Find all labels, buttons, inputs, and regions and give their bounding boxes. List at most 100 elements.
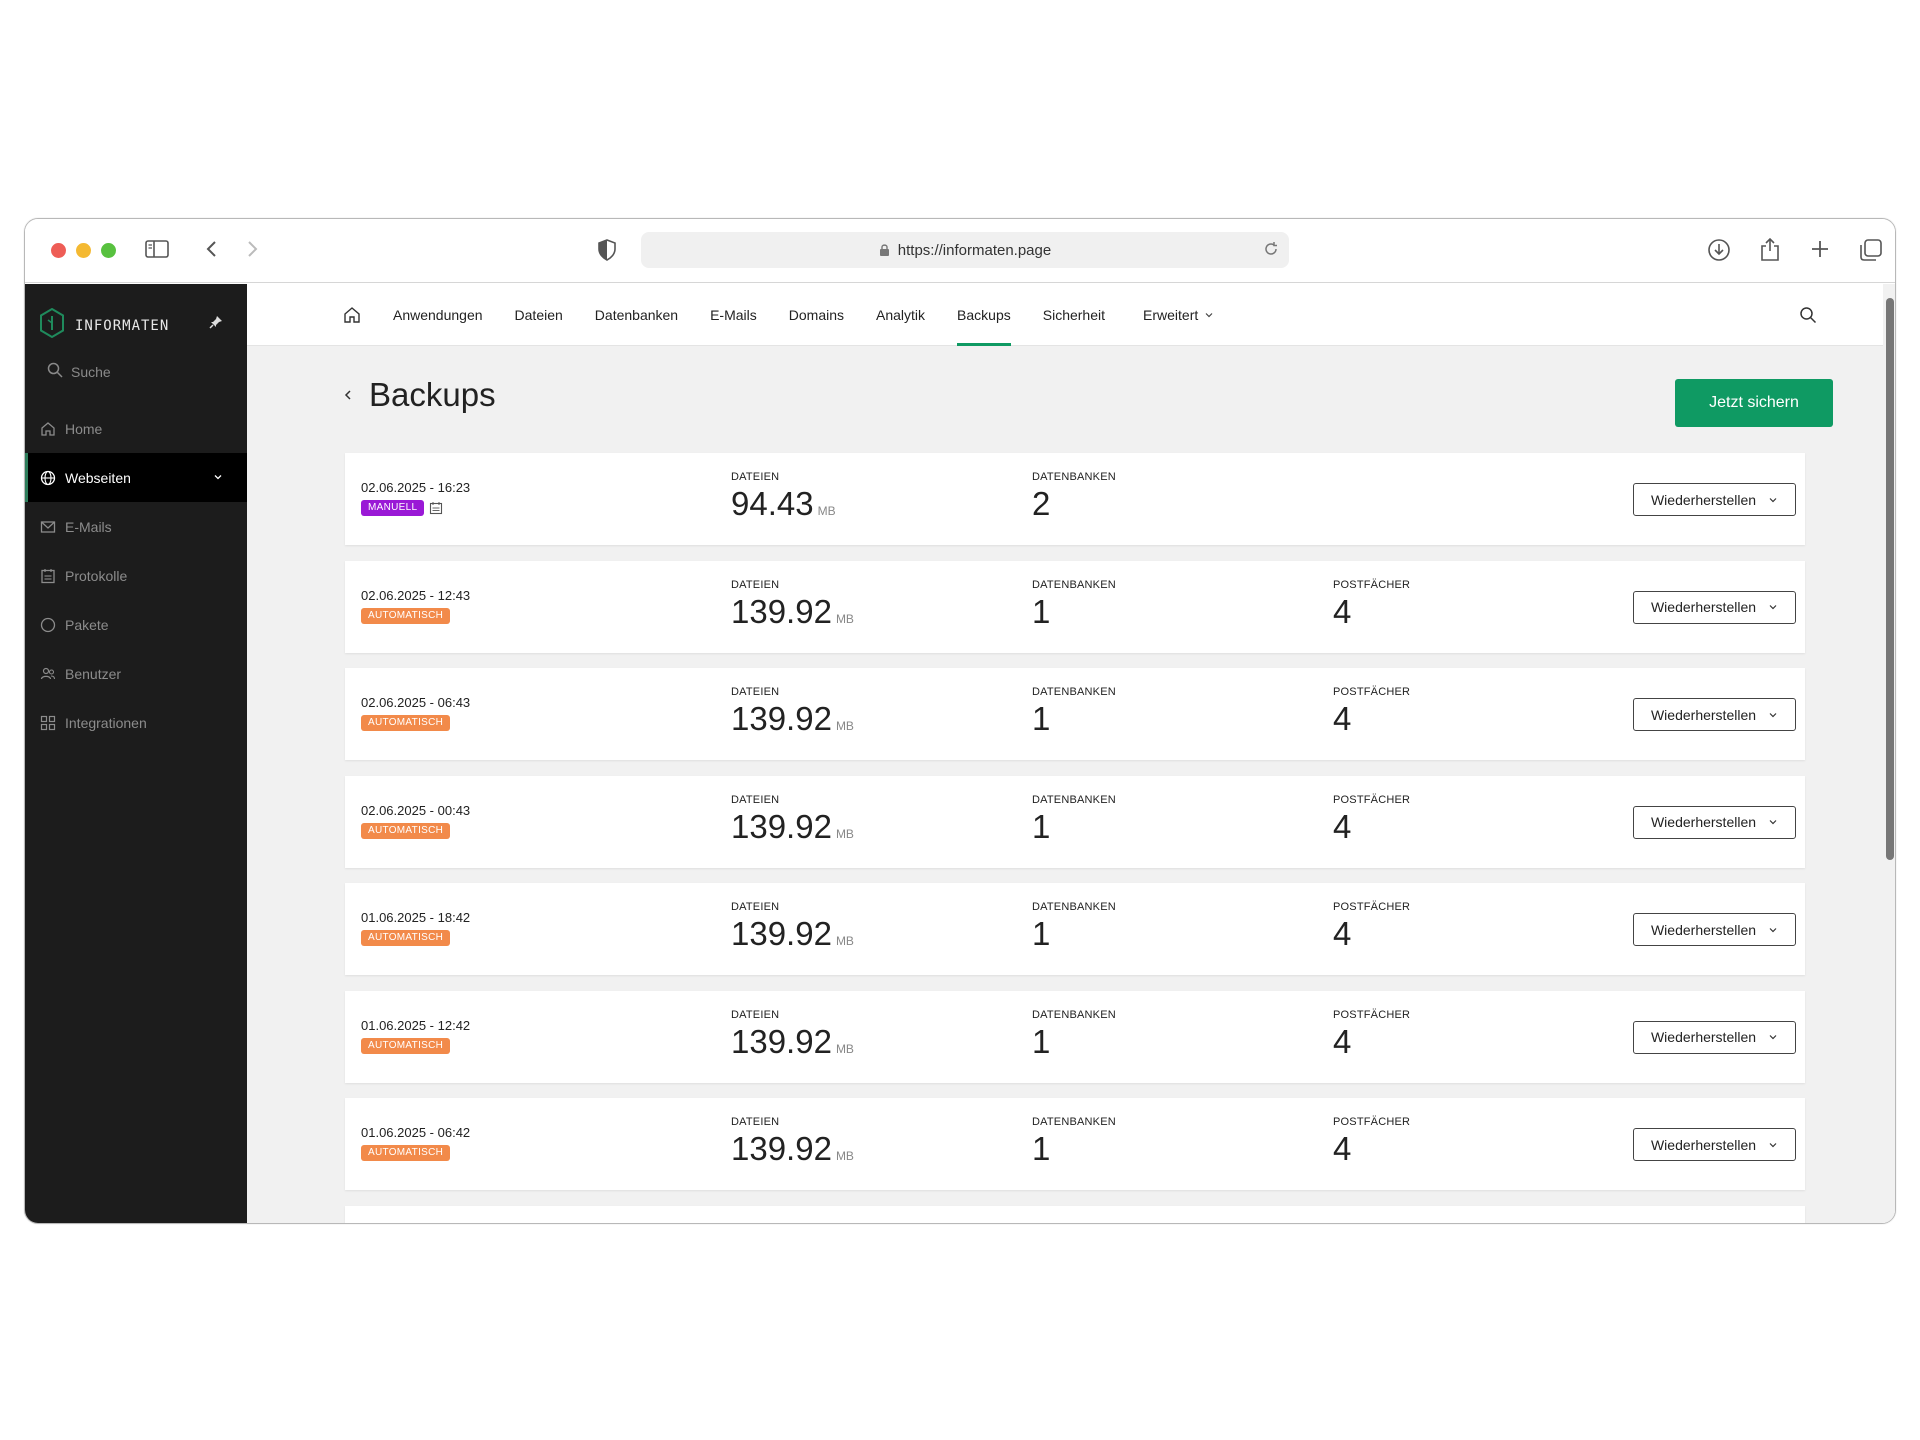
top-navigation: Anwendungen Dateien Datenbanken E-Mails … bbox=[247, 284, 1895, 346]
package-icon bbox=[39, 616, 57, 634]
backup-now-button[interactable]: Jetzt sichern bbox=[1675, 379, 1833, 427]
backup-row: 02.06.2025 - 16:23 MANUELL DATEIEN 94.43… bbox=[345, 453, 1805, 545]
tab-anwendungen[interactable]: Anwendungen bbox=[393, 284, 483, 346]
address-bar[interactable]: https://informaten.page bbox=[641, 232, 1289, 268]
mailboxes-value: 4 bbox=[1333, 1130, 1352, 1167]
files-stat: DATEIEN 94.43 MB bbox=[731, 471, 836, 530]
sidebar-item-benutzer[interactable]: Benutzer bbox=[25, 649, 247, 698]
backup-datetime: 02.06.2025 - 06:43 bbox=[361, 695, 471, 710]
files-label: DATEIEN bbox=[731, 1116, 780, 1128]
globe-icon bbox=[39, 469, 57, 487]
tab-label: Erweitert bbox=[1143, 307, 1199, 323]
restore-label: Wiederherstellen bbox=[1650, 1136, 1757, 1153]
chevron-down-icon[interactable] bbox=[213, 469, 223, 485]
brand[interactable]: INFORMATEN bbox=[39, 307, 169, 343]
files-value: 139.92 bbox=[731, 1130, 832, 1167]
restore-button[interactable]: Wiederherstellen bbox=[1633, 590, 1796, 624]
zoom-window-button[interactable] bbox=[101, 243, 116, 258]
page-header: Backups bbox=[343, 376, 496, 414]
share-icon[interactable] bbox=[1759, 236, 1781, 262]
tab-emails[interactable]: E-Mails bbox=[710, 284, 757, 346]
databases-label: DATENBANKEN bbox=[1032, 471, 1116, 483]
main-content: Anwendungen Dateien Datenbanken E-Mails … bbox=[247, 284, 1895, 1223]
chevron-down-icon bbox=[1768, 495, 1778, 505]
databases-stat: DATENBANKEN 1 bbox=[1032, 1116, 1116, 1168]
logo-icon bbox=[39, 307, 65, 343]
sidebar-toggle-icon[interactable] bbox=[145, 239, 169, 259]
backup-row bbox=[345, 1205, 1805, 1223]
tab-label: E-Mails bbox=[710, 307, 757, 323]
backup-type-badge: AUTOMATISCH bbox=[361, 822, 451, 839]
restore-button[interactable]: Wiederherstellen bbox=[1633, 913, 1796, 946]
back-arrow-icon[interactable] bbox=[205, 239, 219, 259]
chevron-left-icon[interactable] bbox=[343, 388, 353, 402]
backup-type-badge: AUTOMATISCH bbox=[361, 607, 451, 624]
tab-dateien[interactable]: Dateien bbox=[515, 284, 563, 346]
new-tab-icon[interactable] bbox=[1810, 239, 1830, 259]
sidebar-item-protokolle[interactable]: Protokolle bbox=[25, 551, 247, 600]
restore-button[interactable]: Wiederherstellen bbox=[1633, 698, 1796, 731]
tab-overview-icon[interactable] bbox=[1859, 238, 1883, 262]
mailboxes-stat: POSTFÄCHER 4 bbox=[1333, 901, 1410, 953]
files-unit: MB bbox=[835, 934, 854, 948]
tab-label: Backups bbox=[957, 307, 1011, 323]
tab-datenbanken[interactable]: Datenbanken bbox=[595, 284, 678, 346]
scrollbar-thumb[interactable] bbox=[1886, 298, 1894, 860]
mailboxes-label: POSTFÄCHER bbox=[1333, 578, 1411, 591]
backup-row: 01.06.2025 - 06:42 AUTOMATISCH DATEIEN 1… bbox=[345, 1098, 1805, 1190]
pin-icon[interactable] bbox=[209, 315, 223, 334]
chevron-down-icon bbox=[1768, 1032, 1778, 1042]
restore-label: Wiederherstellen bbox=[1650, 706, 1757, 723]
tab-label: Sicherheit bbox=[1042, 307, 1106, 323]
files-value: 94.43 bbox=[731, 485, 814, 522]
files-value: 139.92 bbox=[731, 915, 832, 952]
databases-stat: DATENBANKEN 1 bbox=[1032, 901, 1116, 953]
tab-backups[interactable]: Backups bbox=[957, 284, 1011, 346]
backup-datetime: 02.06.2025 - 00:43 bbox=[361, 802, 471, 818]
backup-row: 01.06.2025 - 18:42 AUTOMATISCH DATEIEN 1… bbox=[345, 883, 1805, 975]
sidebar-search[interactable]: Suche bbox=[39, 362, 111, 381]
search-icon[interactable] bbox=[1799, 306, 1817, 329]
minimize-window-button[interactable] bbox=[76, 243, 91, 258]
sidebar-item-emails[interactable]: E-Mails bbox=[25, 502, 247, 551]
restore-button[interactable]: Wiederherstellen bbox=[1633, 1020, 1796, 1054]
close-window-button[interactable] bbox=[51, 243, 66, 258]
sidebar-item-integrationen[interactable]: Integrationen bbox=[25, 698, 247, 747]
restore-button[interactable]: Wiederherstellen bbox=[1633, 1128, 1796, 1161]
files-stat: DATEIEN 139.92 MB bbox=[731, 794, 854, 853]
restore-label: Wiederherstellen bbox=[1650, 921, 1757, 938]
browser-window: https://informaten.page INFORMATEN Suche… bbox=[24, 218, 1896, 1224]
chevron-down-icon bbox=[1204, 310, 1214, 320]
tab-erweitert[interactable]: Erweitert bbox=[1143, 284, 1214, 346]
sidebar-search-label: Suche bbox=[71, 363, 111, 380]
files-unit: MB bbox=[817, 504, 836, 518]
url-text: https://informaten.page bbox=[897, 241, 1052, 259]
databases-value: 1 bbox=[1032, 1022, 1051, 1060]
mailboxes-label: POSTFÄCHER bbox=[1333, 793, 1411, 806]
calendar-icon[interactable] bbox=[429, 501, 443, 515]
sidebar-item-home[interactable]: Home bbox=[25, 404, 247, 453]
mailboxes-label: POSTFÄCHER bbox=[1333, 686, 1411, 698]
tab-domains[interactable]: Domains bbox=[789, 284, 844, 346]
users-icon bbox=[39, 665, 57, 683]
sidebar-item-pakete[interactable]: Pakete bbox=[25, 600, 247, 649]
forward-arrow-icon[interactable] bbox=[245, 239, 259, 259]
files-label: DATEIEN bbox=[731, 578, 780, 591]
reload-icon[interactable] bbox=[1263, 241, 1279, 257]
mailboxes-value: 4 bbox=[1333, 807, 1352, 845]
restore-button[interactable]: Wiederherstellen bbox=[1633, 805, 1796, 839]
privacy-shield-icon[interactable] bbox=[597, 239, 617, 261]
tab-sicherheit[interactable]: Sicherheit bbox=[1043, 284, 1105, 346]
restore-button[interactable]: Wiederherstellen bbox=[1633, 483, 1796, 516]
databases-stat: DATENBANKEN 1 bbox=[1032, 1009, 1116, 1061]
mailboxes-label: POSTFÄCHER bbox=[1333, 1008, 1411, 1021]
download-icon[interactable] bbox=[1707, 238, 1731, 262]
scrollbar[interactable] bbox=[1883, 284, 1895, 1223]
mailboxes-stat: POSTFÄCHER 4 bbox=[1333, 686, 1410, 738]
tab-analytik[interactable]: Analytik bbox=[876, 284, 925, 346]
sidebar-item-webseiten[interactable]: Webseiten bbox=[25, 453, 247, 502]
files-label: DATEIEN bbox=[731, 793, 780, 806]
home-icon[interactable] bbox=[343, 306, 361, 329]
files-stat: DATEIEN 139.92 MB bbox=[731, 579, 854, 638]
files-stat: DATEIEN 139.92 MB bbox=[731, 1116, 854, 1175]
